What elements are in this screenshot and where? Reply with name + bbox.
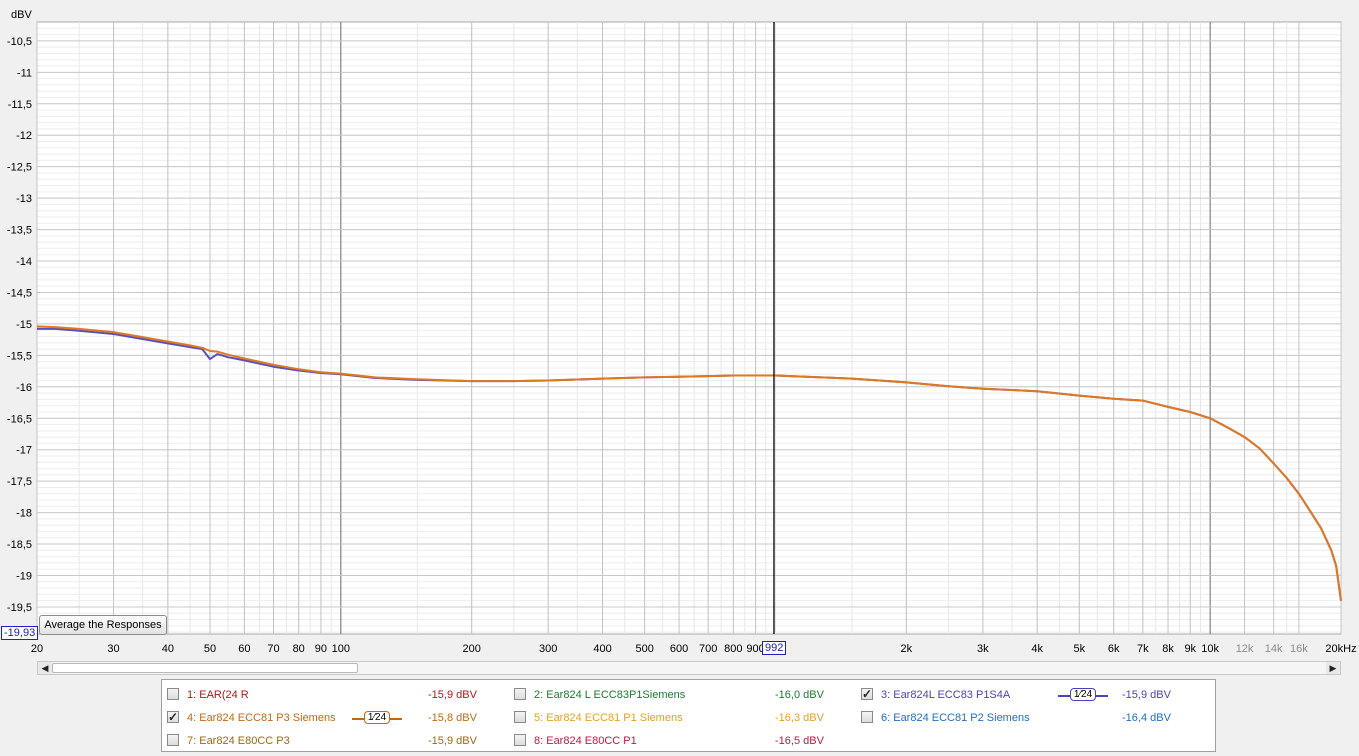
y-tick-label: -11,5 [8, 99, 32, 111]
x-tick-label: 7k [1137, 643, 1149, 655]
x-tick-label: 16k [1290, 643, 1308, 655]
legend-item[interactable]: 5: Ear824 ECC81 P1 Siemens -16,3 dBV [513, 709, 853, 727]
x-tick-label: 8k [1162, 643, 1174, 655]
y-tick-label: -13 [16, 193, 32, 205]
y-axis-tick-labels: -10,5 -11 -11,5 -12 -12,5 -13 -13,5 -14 -14,5 -15… [7, 36, 32, 614]
legend-label: 4: Ear824 ECC81 P3 Siemens [187, 712, 336, 724]
legend-value: -15,9 dBV [428, 689, 477, 701]
legend-label: 3: Ear824L ECC83 P1S4A [881, 689, 1011, 701]
y-tick-label: -16 [16, 382, 32, 394]
cursor-x-readout: 992 [761, 641, 787, 655]
x-tick-label: 500 [635, 643, 653, 655]
x-tick-label: 70 [267, 643, 279, 655]
legend-label: 2: Ear824 L ECC83P1Siemens [534, 689, 686, 701]
smoothing-label: 1⁄24 [1070, 688, 1096, 701]
legend-checkbox[interactable]: ✓ [167, 711, 179, 723]
legend-value: -15,8 dBV [428, 712, 477, 724]
x-tick-label: 6k [1108, 643, 1120, 655]
legend-checkbox[interactable] [167, 734, 179, 746]
plot-background [36, 21, 1342, 635]
x-tick-label: 300 [539, 643, 557, 655]
y-tick-label: -12,5 [7, 162, 32, 174]
legend-value: -15,9 dBV [428, 735, 477, 747]
x-tick-label: 90 [315, 643, 327, 655]
frequency-response-chart[interactable]: 20 30 40 50 60 70 80 90 100 200 300 400 500 600 700 800… [0, 0, 1359, 660]
average-responses-button[interactable]: Average the Responses [39, 615, 167, 635]
legend-checkbox[interactable] [861, 711, 873, 723]
y-tick-label: -15 [16, 319, 32, 331]
x-tick-label: 14k [1265, 643, 1283, 655]
scroll-thumb[interactable] [52, 663, 358, 673]
y-tick-label: -17,5 [7, 476, 32, 488]
legend-label: 7: Ear824 E80CC P3 [187, 735, 290, 747]
horizontal-scrollbar[interactable]: ◀ ▶ [37, 661, 1341, 675]
y-tick-label: -19 [16, 571, 32, 583]
y-tick-label: -13,5 [7, 225, 32, 237]
legend-item[interactable]: 1: EAR(24 R -15,9 dBV [166, 686, 506, 704]
x-tick-label: 2k [901, 643, 913, 655]
x-tick-label: 40 [162, 643, 174, 655]
legend-item[interactable]: 6: Ear824 ECC81 P2 Siemens -16,4 dBV [860, 709, 1210, 727]
legend-value: -16,5 dBV [775, 735, 824, 747]
legend-value: -16,3 dBV [775, 712, 824, 724]
y-axis-unit-label: dBV [11, 9, 32, 21]
x-tick-label: 9k [1184, 643, 1196, 655]
x-tick-label: 60 [238, 643, 250, 655]
legend-checkbox[interactable] [167, 688, 179, 700]
x-tick-label: 400 [593, 643, 611, 655]
legend-label: 5: Ear824 ECC81 P1 Siemens [534, 712, 683, 724]
y-tick-label: -19,5 [7, 602, 32, 614]
legend-value: -16,0 dBV [775, 689, 824, 701]
legend-label: 6: Ear824 ECC81 P2 Siemens [881, 712, 1030, 724]
legend-value: -15,9 dBV [1122, 689, 1171, 701]
x-tick-label: 100 [332, 643, 350, 655]
cursor-y-readout: -19,93 [1, 626, 39, 640]
scroll-right-button[interactable]: ▶ [1326, 662, 1340, 674]
legend-value: -16,4 dBV [1122, 712, 1171, 724]
legend-item[interactable]: ✓ 3: Ear824L ECC83 P1S4A 1⁄24 -15,9 dBV [860, 686, 1210, 704]
legend-checkbox[interactable] [514, 734, 526, 746]
x-axis-tick-labels: 20 30 40 50 60 70 80 90 100 200 300 400 500 600 700 800… [31, 643, 1357, 655]
x-tick-label: 30 [107, 643, 119, 655]
x-tick-label: 700 [699, 643, 717, 655]
y-tick-label: -14,5 [7, 287, 32, 299]
legend-label: 1: EAR(24 R [187, 689, 249, 701]
scroll-left-button[interactable]: ◀ [38, 662, 52, 674]
y-tick-label: -12 [16, 130, 32, 142]
x-tick-label: 4k [1031, 643, 1043, 655]
x-tick-label: 600 [670, 643, 688, 655]
x-tick-label: 3k [977, 643, 989, 655]
y-tick-label: -15,5 [7, 350, 32, 362]
smoothing-label: 1⁄24 [364, 711, 390, 724]
y-tick-label: -14 [16, 256, 32, 268]
legend-item[interactable]: 7: Ear824 E80CC P3 -15,9 dBV [166, 732, 506, 750]
legend-label: 8: Ear824 E80CC P1 [534, 735, 637, 747]
x-tick-label: 10k [1201, 643, 1219, 655]
x-tick-label: 20 [31, 643, 43, 655]
x-tick-label: 50 [204, 643, 216, 655]
smoothing-indicator[interactable]: 1⁄24 [1058, 687, 1108, 703]
legend-checkbox[interactable] [514, 711, 526, 723]
legend-item[interactable]: 8: Ear824 E80CC P1 -16,5 dBV [513, 732, 853, 750]
measurement-legend: 1: EAR(24 R -15,9 dBV 2: Ear824 L ECC83P… [161, 679, 1216, 752]
y-tick-label: -18 [16, 508, 32, 520]
x-tick-label: 5k [1073, 643, 1085, 655]
y-tick-label: -18,5 [7, 539, 32, 551]
y-tick-label: -10,5 [7, 36, 32, 48]
smoothing-indicator[interactable]: 1⁄24 [352, 710, 402, 726]
y-tick-label: -11 [17, 67, 32, 79]
x-tick-label: 20kHz [1325, 643, 1356, 655]
legend-item[interactable]: ✓ 4: Ear824 ECC81 P3 Siemens 1⁄24 -15,8 … [166, 709, 506, 727]
x-tick-label: 800 [724, 643, 742, 655]
y-tick-label: -16,5 [7, 413, 32, 425]
legend-checkbox[interactable]: ✓ [861, 688, 873, 700]
y-tick-label: -17 [16, 445, 32, 457]
legend-item[interactable]: 2: Ear824 L ECC83P1Siemens -16,0 dBV [513, 686, 853, 704]
x-tick-label: 12k [1236, 643, 1254, 655]
legend-checkbox[interactable] [514, 688, 526, 700]
x-tick-label: 200 [462, 643, 480, 655]
x-tick-label: 80 [293, 643, 305, 655]
